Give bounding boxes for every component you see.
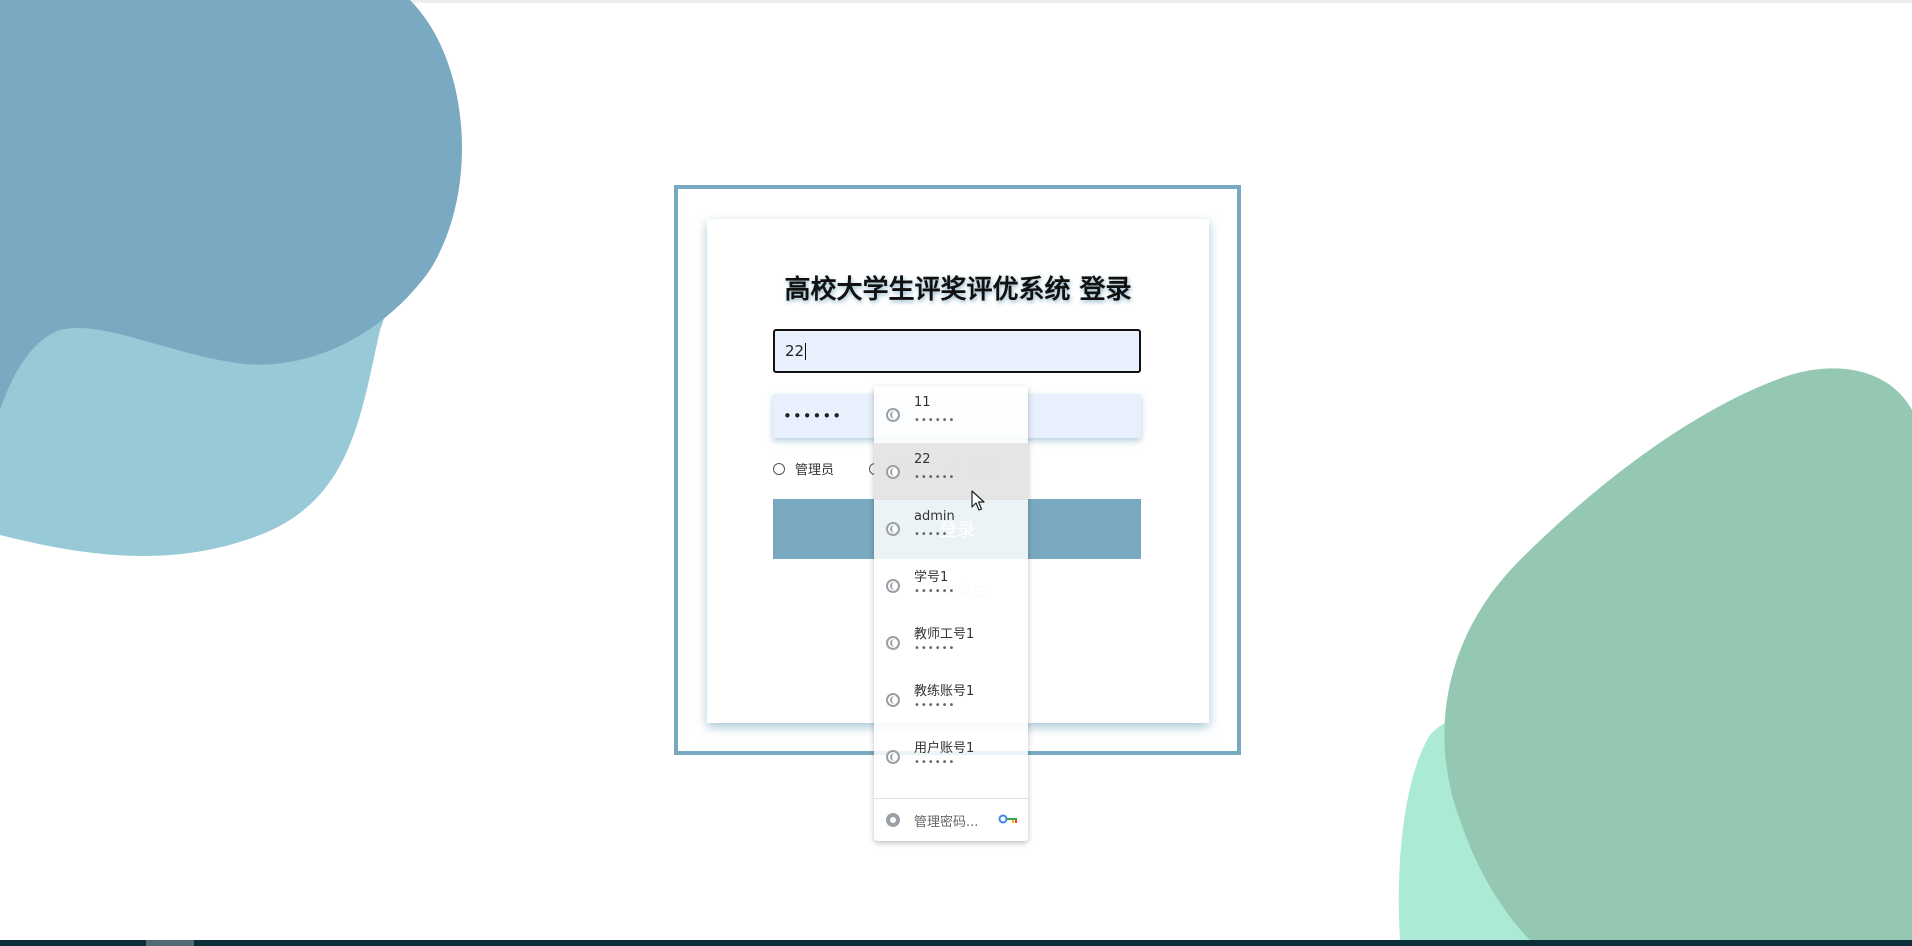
globe-icon bbox=[886, 408, 900, 422]
password-value: •••••• bbox=[783, 407, 843, 425]
suggestion-username: 教师工号1 bbox=[914, 627, 975, 642]
globe-icon bbox=[886, 693, 900, 707]
suggestion-username: 学号1 bbox=[914, 570, 949, 585]
autofill-suggestion-hovered[interactable]: 22 •••••• bbox=[874, 443, 1028, 500]
suggestion-username: 11 bbox=[914, 395, 931, 410]
suggestion-password: ••••• bbox=[914, 529, 949, 540]
suggestion-username: admin bbox=[914, 509, 955, 524]
globe-icon bbox=[886, 579, 900, 593]
autofill-suggestion[interactable]: 教练账号1 •••••• bbox=[874, 671, 1028, 728]
key-icon bbox=[998, 814, 1017, 824]
password-autofill-dropdown: 11 •••••• 22 •••••• admin ••••• 学号1 ••••… bbox=[874, 386, 1028, 841]
manage-passwords-label: 管理密码... bbox=[914, 815, 979, 830]
suggestion-username: 22 bbox=[914, 452, 931, 467]
suggestion-password: •••••• bbox=[914, 643, 956, 654]
role-option-admin[interactable]: 管理员 bbox=[773, 459, 834, 478]
bottom-bar bbox=[0, 940, 1912, 946]
blob-green bbox=[1444, 368, 1912, 940]
autofill-suggestion[interactable]: admin ••••• bbox=[874, 500, 1028, 557]
radio-button-icon[interactable] bbox=[773, 462, 785, 475]
suggestion-password: •••••• bbox=[914, 415, 956, 426]
globe-icon bbox=[886, 465, 900, 479]
autofill-suggestion[interactable]: 11 •••••• bbox=[874, 386, 1028, 443]
autofill-suggestion[interactable]: 学号1 •••••• bbox=[874, 557, 1028, 614]
globe-icon bbox=[886, 750, 900, 764]
suggestion-password: •••••• bbox=[914, 700, 956, 711]
autofill-suggestion[interactable]: 用户账号1 •••••• bbox=[874, 728, 1028, 785]
suggestion-password: •••••• bbox=[914, 586, 956, 597]
globe-icon bbox=[886, 522, 900, 536]
manage-passwords-item[interactable]: 管理密码... bbox=[874, 799, 1028, 841]
autofill-suggestion[interactable]: 教师工号1 •••••• bbox=[874, 614, 1028, 671]
mouse-cursor-icon bbox=[971, 490, 985, 511]
suggestion-username: 用户账号1 bbox=[914, 741, 975, 756]
role-label-admin: 管理员 bbox=[795, 463, 835, 478]
login-title: 高校大学生评奖评优系统 登录 bbox=[784, 275, 1132, 305]
globe-icon bbox=[886, 636, 900, 650]
bottom-bar-segment bbox=[146, 940, 194, 946]
chrome-icon bbox=[886, 813, 900, 827]
username-input[interactable]: 22 bbox=[773, 329, 1141, 373]
text-caret bbox=[805, 342, 807, 360]
username-value: 22 bbox=[785, 342, 805, 360]
suggestion-password: •••••• bbox=[914, 472, 956, 483]
suggestion-username: 教练账号1 bbox=[914, 684, 975, 699]
suggestion-password: •••••• bbox=[914, 757, 956, 768]
